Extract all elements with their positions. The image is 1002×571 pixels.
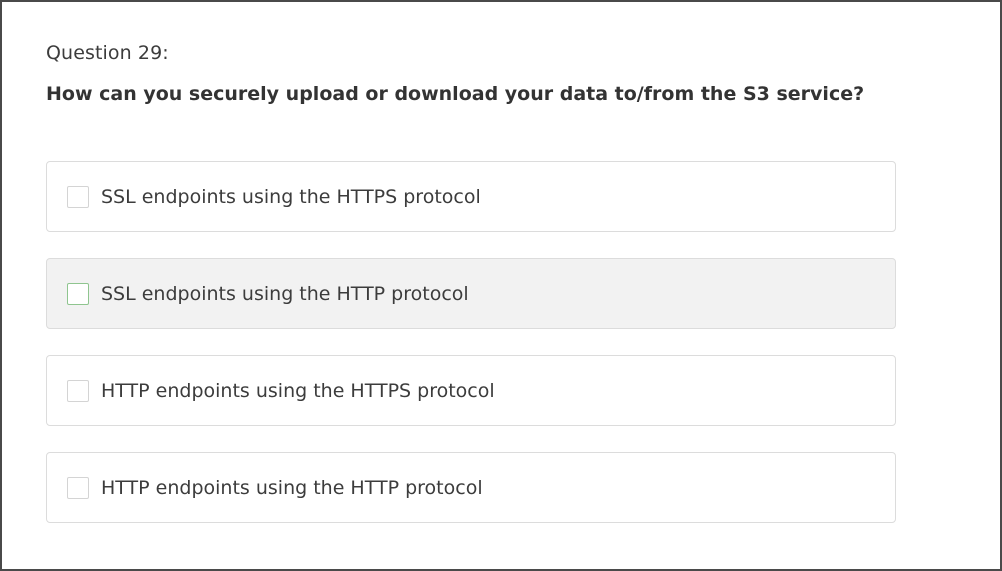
answer-option-1[interactable]: SSL endpoints using the HTTPS protocol — [46, 161, 896, 232]
checkbox-1[interactable] — [67, 185, 89, 208]
answer-option-label: SSL endpoints using the HTTP protocol — [101, 282, 469, 305]
answer-option-label: HTTP endpoints using the HTTP protocol — [101, 476, 483, 499]
quiz-frame: Question 29: How can you securely upload… — [0, 0, 1002, 571]
question-text: How can you securely upload or download … — [46, 83, 865, 105]
question-number: Question 29: — [46, 42, 169, 64]
answer-option-label: HTTP endpoints using the HTTPS protocol — [101, 379, 495, 402]
answer-option-3[interactable]: HTTP endpoints using the HTTPS protocol — [46, 355, 896, 426]
checkbox-4[interactable] — [67, 476, 89, 499]
checkbox-2[interactable] — [67, 282, 89, 305]
answer-option-4[interactable]: HTTP endpoints using the HTTP protocol — [46, 452, 896, 523]
checkbox-3[interactable] — [67, 379, 89, 402]
answer-option-2[interactable]: SSL endpoints using the HTTP protocol — [46, 258, 896, 329]
answer-option-label: SSL endpoints using the HTTPS protocol — [101, 185, 481, 208]
